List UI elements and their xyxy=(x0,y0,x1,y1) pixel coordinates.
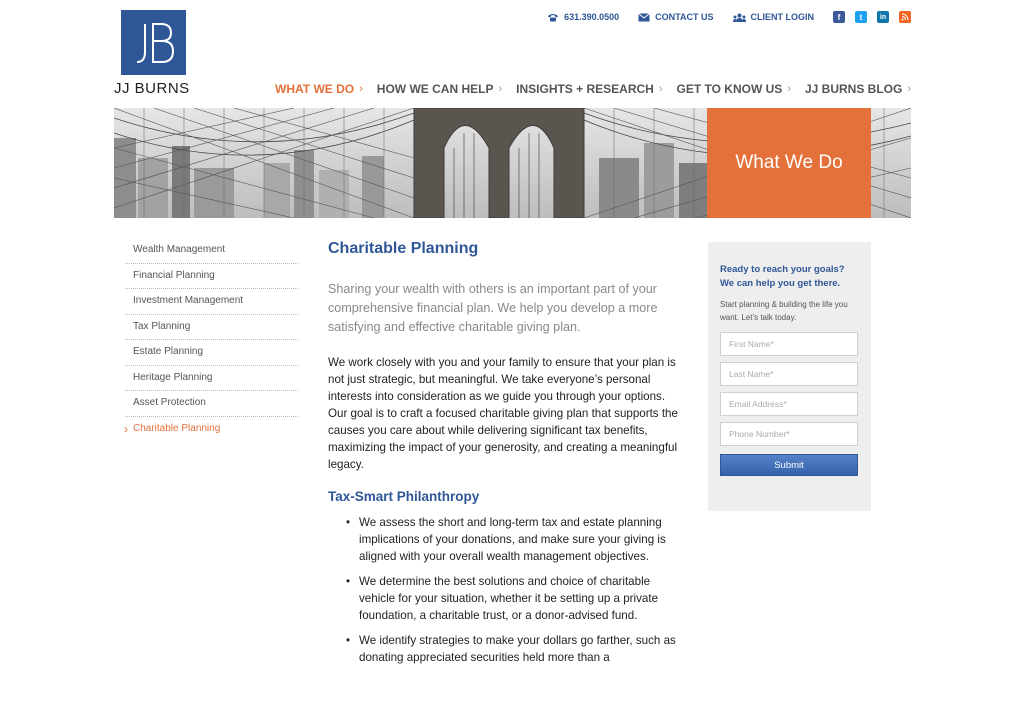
contact-us-link[interactable]: CONTACT US xyxy=(638,12,714,22)
nav-how-we-can-help[interactable]: HOW WE CAN HELP › xyxy=(377,82,502,96)
sidebar-item-label: Tax Planning xyxy=(133,320,191,332)
nav-insights-research[interactable]: INSIGHTS + RESEARCH › xyxy=(516,82,662,96)
sidebar-item-asset-protection[interactable]: Asset Protection xyxy=(125,391,298,417)
hero-title: What We Do xyxy=(707,108,871,218)
envelope-icon xyxy=(638,12,650,21)
sidebar-item-label: Charitable Planning xyxy=(133,423,221,435)
phone-link[interactable]: 631.390.0500 xyxy=(547,12,619,22)
hero-title-text: What We Do xyxy=(735,152,843,173)
sidebar-item-heritage-planning[interactable]: Heritage Planning xyxy=(125,366,298,391)
nav-label: HOW WE CAN HELP xyxy=(376,82,494,96)
users-icon xyxy=(732,13,746,22)
main-nav: WHAT WE DO › HOW WE CAN HELP › INSIGHTS + … xyxy=(275,82,911,96)
intro-paragraph: Sharing your wealth with others is an im… xyxy=(328,282,658,334)
social-links: f t in xyxy=(833,11,911,23)
logo[interactable]: JJ BURNS xyxy=(114,10,194,97)
body-paragraph: We work closely with you and your family… xyxy=(328,356,678,471)
phone-number: 631.390.0500 xyxy=(564,12,620,22)
utility-bar: 631.390.0500 CONTACT US CLIENT LOGIN f t… xyxy=(547,11,911,23)
linkedin-icon[interactable]: in xyxy=(877,11,889,23)
form-subtext: Start planning & building the life you w… xyxy=(720,300,848,322)
chevron-right-icon: › xyxy=(498,83,503,95)
bullet-list: We assess the short and long-term tax an… xyxy=(328,514,680,666)
nav-blog[interactable]: JJ BURNS BLOG › xyxy=(805,82,911,96)
logo-mark xyxy=(121,10,186,75)
sidebar-item-label: Heritage Planning xyxy=(133,371,213,383)
sidebar-nav: Wealth Management Financial Planning Inv… xyxy=(124,238,298,443)
hero-banner: What We Do xyxy=(114,108,911,218)
twitter-icon[interactable]: t xyxy=(855,11,867,23)
client-login-link[interactable]: CLIENT LOGIN xyxy=(732,12,815,22)
phone-icon xyxy=(548,13,559,21)
sidebar-item-label: Financial Planning xyxy=(133,269,215,281)
form-heading-line: We can help you get there. xyxy=(720,278,841,289)
chevron-right-icon: › xyxy=(658,83,663,95)
sidebar-item-label: Estate Planning xyxy=(133,346,204,358)
contact-form: Ready to reach your goals? We can help y… xyxy=(708,242,871,511)
form-heading-line: Ready to reach your goals? xyxy=(720,264,845,275)
logo-text: JJ BURNS xyxy=(114,80,190,97)
nav-what-we-do[interactable]: WHAT WE DO › xyxy=(275,82,363,96)
sidebar-item-wealth-management[interactable]: Wealth Management xyxy=(125,238,298,264)
sidebar-item-label: Wealth Management xyxy=(133,244,226,256)
sidebar-item-tax-planning[interactable]: Tax Planning xyxy=(125,315,298,340)
nav-label: JJ BURNS BLOG xyxy=(804,82,903,96)
contact-us-label: CONTACT US xyxy=(655,12,714,22)
submit-button[interactable]: Submit xyxy=(720,454,858,476)
nav-get-to-know-us[interactable]: GET TO KNOW US › xyxy=(677,82,791,96)
list-item: We assess the short and long-term tax an… xyxy=(346,514,680,565)
nav-label: GET TO KNOW US xyxy=(676,82,783,96)
first-name-field[interactable]: First Name* xyxy=(720,332,858,356)
sidebar-item-estate-planning[interactable]: Estate Planning xyxy=(125,340,298,366)
sidebar-item-investment-management[interactable]: Investment Management xyxy=(125,289,298,315)
sidebar-item-financial-planning[interactable]: Financial Planning xyxy=(125,264,298,289)
list-item: We identify strategies to make your doll… xyxy=(346,632,680,666)
sidebar-item-label: Investment Management xyxy=(133,295,244,307)
nav-label: INSIGHTS + RESEARCH xyxy=(516,82,654,96)
chevron-right-icon: › xyxy=(907,83,911,95)
chevron-right-icon: › xyxy=(359,83,363,95)
phone-field[interactable]: Phone Number* xyxy=(720,422,858,446)
client-login-label: CLIENT LOGIN xyxy=(750,12,815,22)
page-title: Charitable Planning xyxy=(328,240,479,257)
email-field[interactable]: Email Address* xyxy=(720,392,858,416)
chevron-right-icon: › xyxy=(787,83,791,95)
facebook-icon[interactable]: f xyxy=(833,11,845,23)
sidebar-item-charitable-planning[interactable]: Charitable Planning xyxy=(124,417,298,443)
section-heading: Tax-Smart Philanthropy xyxy=(328,489,480,504)
main-content: Charitable Planning Sharing your wealth … xyxy=(328,240,680,674)
jb-monogram-icon xyxy=(136,22,174,63)
form-heading: Ready to reach your goals? We can help y… xyxy=(720,263,859,291)
sidebar-item-label: Asset Protection xyxy=(133,397,206,409)
rss-icon[interactable] xyxy=(899,11,911,23)
list-item: We determine the best solutions and choi… xyxy=(346,573,680,624)
last-name-field[interactable]: Last Name* xyxy=(720,362,858,386)
nav-label: WHAT WE DO xyxy=(275,82,355,96)
